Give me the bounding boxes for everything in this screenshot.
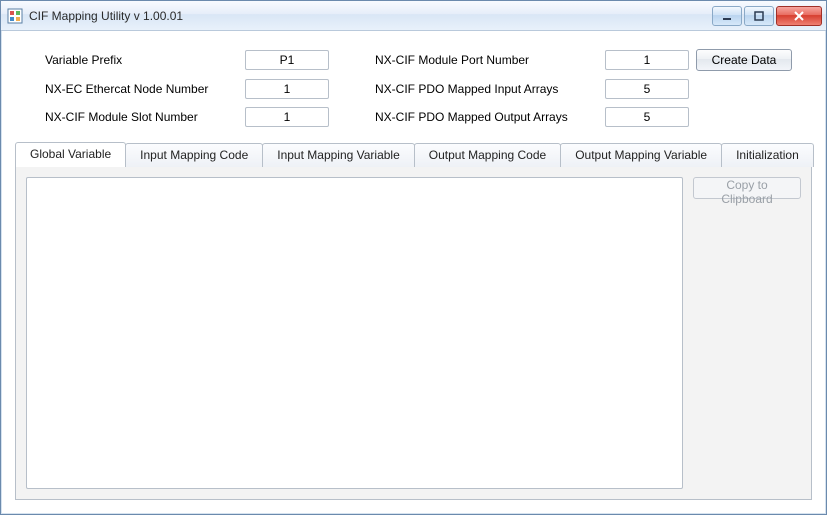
window-controls	[712, 6, 822, 26]
label-variable-prefix: Variable Prefix	[45, 53, 245, 67]
tab-bar: Global Variable Input Mapping Code Input…	[15, 141, 812, 166]
input-output-arrays[interactable]	[605, 107, 689, 127]
tab-initialization[interactable]: Initialization	[721, 143, 814, 167]
tab-panel: Copy to Clipboard	[15, 166, 812, 500]
tab-global-variable[interactable]: Global Variable	[15, 142, 126, 167]
create-data-button[interactable]: Create Data	[696, 49, 792, 71]
parameters-form: Variable Prefix NX-CIF Module Port Numbe…	[15, 45, 812, 139]
copy-to-clipboard-button[interactable]: Copy to Clipboard	[693, 177, 801, 199]
tab-output-mapping-code[interactable]: Output Mapping Code	[414, 143, 561, 167]
input-slot-number[interactable]	[245, 107, 329, 127]
client-area: Variable Prefix NX-CIF Module Port Numbe…	[1, 31, 826, 514]
tab-input-mapping-variable[interactable]: Input Mapping Variable	[262, 143, 415, 167]
label-output-arrays: NX-CIF PDO Mapped Output Arrays	[375, 110, 605, 124]
label-slot-number: NX-CIF Module Slot Number	[45, 110, 245, 124]
panel-side-column: Copy to Clipboard	[683, 177, 801, 489]
minimize-button[interactable]	[712, 6, 742, 26]
input-input-arrays[interactable]	[605, 79, 689, 99]
tab-input-mapping-code[interactable]: Input Mapping Code	[125, 143, 263, 167]
app-window: CIF Mapping Utility v 1.00.01	[0, 0, 827, 515]
window-title: CIF Mapping Utility v 1.00.01	[29, 9, 712, 23]
minimize-icon	[722, 11, 732, 21]
label-port-number: NX-CIF Module Port Number	[375, 53, 605, 67]
maximize-button[interactable]	[744, 6, 774, 26]
output-textbox[interactable]	[26, 177, 683, 489]
input-port-number[interactable]	[605, 50, 689, 70]
input-ethercat-node[interactable]	[245, 79, 329, 99]
maximize-icon	[754, 11, 764, 21]
titlebar[interactable]: CIF Mapping Utility v 1.00.01	[1, 1, 826, 31]
label-input-arrays: NX-CIF PDO Mapped Input Arrays	[375, 82, 605, 96]
input-variable-prefix[interactable]	[245, 50, 329, 70]
tab-output-mapping-variable[interactable]: Output Mapping Variable	[560, 143, 722, 167]
close-button[interactable]	[776, 6, 822, 26]
app-icon	[7, 8, 23, 24]
close-icon	[793, 11, 805, 21]
label-ethercat-node: NX-EC Ethercat Node Number	[45, 82, 245, 96]
